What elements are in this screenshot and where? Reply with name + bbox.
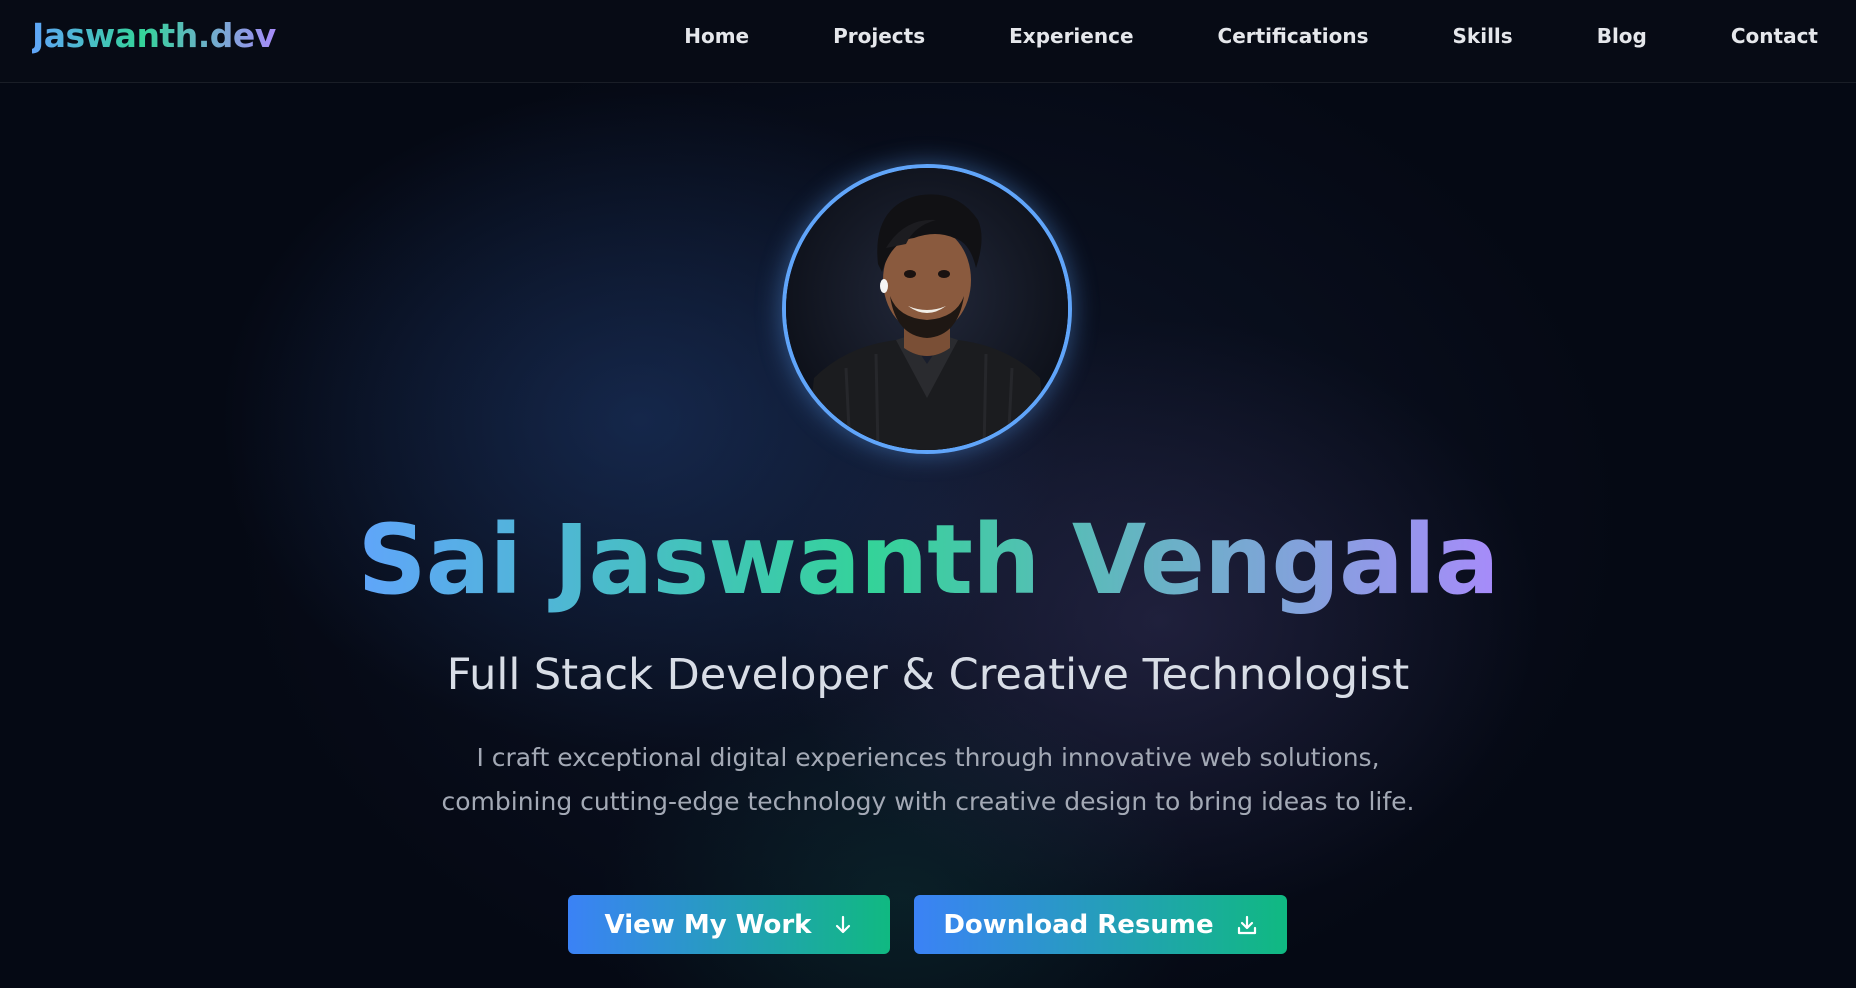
brand-logo[interactable]: Jaswanth.dev <box>32 16 276 55</box>
arrow-down-icon <box>836 915 851 933</box>
nav-link-home[interactable]: Home <box>684 24 749 48</box>
download-icon <box>1237 915 1256 934</box>
hero-name-text: Sai Jaswanth Vengala <box>357 504 1499 616</box>
download-resume-label: Download Resume <box>943 909 1214 940</box>
nav-link-experience[interactable]: Experience <box>1009 24 1133 48</box>
portfolio-page: Jaswanth.dev Home Projects Experience Ce… <box>0 0 1856 988</box>
profile-avatar <box>782 164 1072 454</box>
view-my-work-label: View My Work <box>604 909 812 940</box>
hero-description: I craft exceptional digital experiences … <box>441 743 1415 816</box>
nav-link-contact[interactable]: Contact <box>1731 24 1818 48</box>
nav-links: Home Projects Experience Certifications … <box>684 24 1818 48</box>
view-my-work-button[interactable]: View My Work <box>568 895 890 954</box>
profile-photo-illustration <box>786 168 1068 450</box>
nav-link-projects[interactable]: Projects <box>833 24 925 48</box>
nav-link-certifications[interactable]: Certifications <box>1218 24 1369 48</box>
hero-name: Sai Jaswanth Vengala <box>0 500 1856 620</box>
hero-subtitle: Full Stack Developer & Creative Technolo… <box>446 650 1410 700</box>
nav-link-skills[interactable]: Skills <box>1453 24 1513 48</box>
download-resume-button[interactable]: Download Resume <box>914 895 1287 954</box>
nav-link-blog[interactable]: Blog <box>1597 24 1647 48</box>
top-navbar: Jaswanth.dev Home Projects Experience Ce… <box>0 0 1856 83</box>
